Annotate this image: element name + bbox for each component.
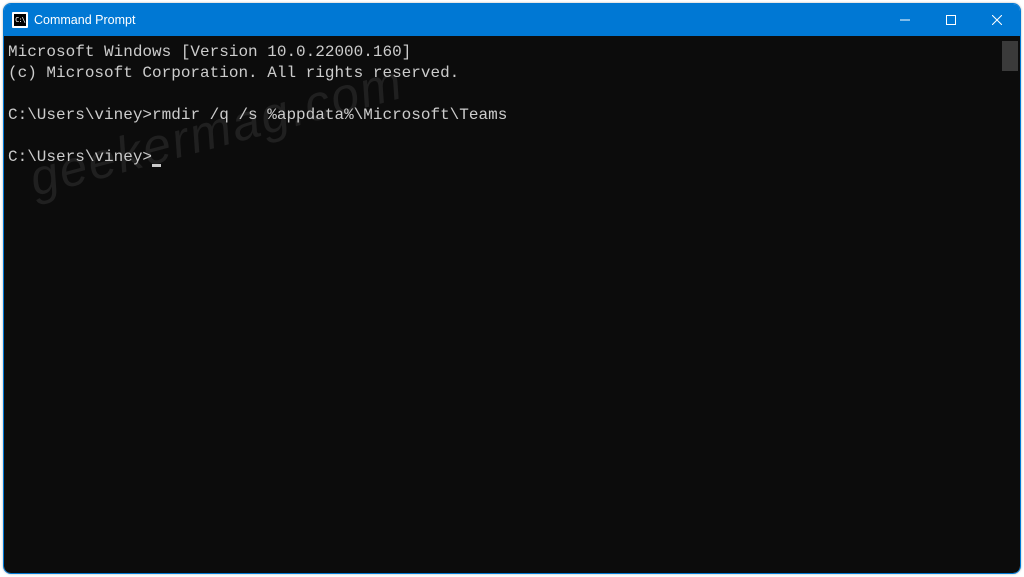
terminal-command: rmdir /q /s %appdata%\Microsoft\Teams xyxy=(152,106,507,124)
terminal-prompt: C:\Users\viney> xyxy=(8,148,152,166)
terminal-body[interactable]: geekermag.com Microsoft Windows [Version… xyxy=(4,36,1020,573)
close-button[interactable] xyxy=(974,4,1020,36)
close-icon xyxy=(992,15,1002,25)
terminal-prompt: C:\Users\viney> xyxy=(8,106,152,124)
window-controls xyxy=(882,4,1020,36)
titlebar[interactable]: C:\ Command Prompt xyxy=(4,4,1020,36)
maximize-button[interactable] xyxy=(928,4,974,36)
terminal-content: Microsoft Windows [Version 10.0.22000.16… xyxy=(8,42,1016,168)
terminal-line: Microsoft Windows [Version 10.0.22000.16… xyxy=(8,43,411,61)
window-title: Command Prompt xyxy=(34,13,882,27)
cmd-icon: C:\ xyxy=(12,12,28,28)
scrollbar-thumb[interactable] xyxy=(1002,41,1018,71)
terminal-line: (c) Microsoft Corporation. All rights re… xyxy=(8,64,459,82)
minimize-button[interactable] xyxy=(882,4,928,36)
command-prompt-window: C:\ Command Prompt geekermag.c xyxy=(3,3,1021,574)
minimize-icon xyxy=(900,15,910,25)
cursor xyxy=(152,164,161,167)
maximize-icon xyxy=(946,15,956,25)
